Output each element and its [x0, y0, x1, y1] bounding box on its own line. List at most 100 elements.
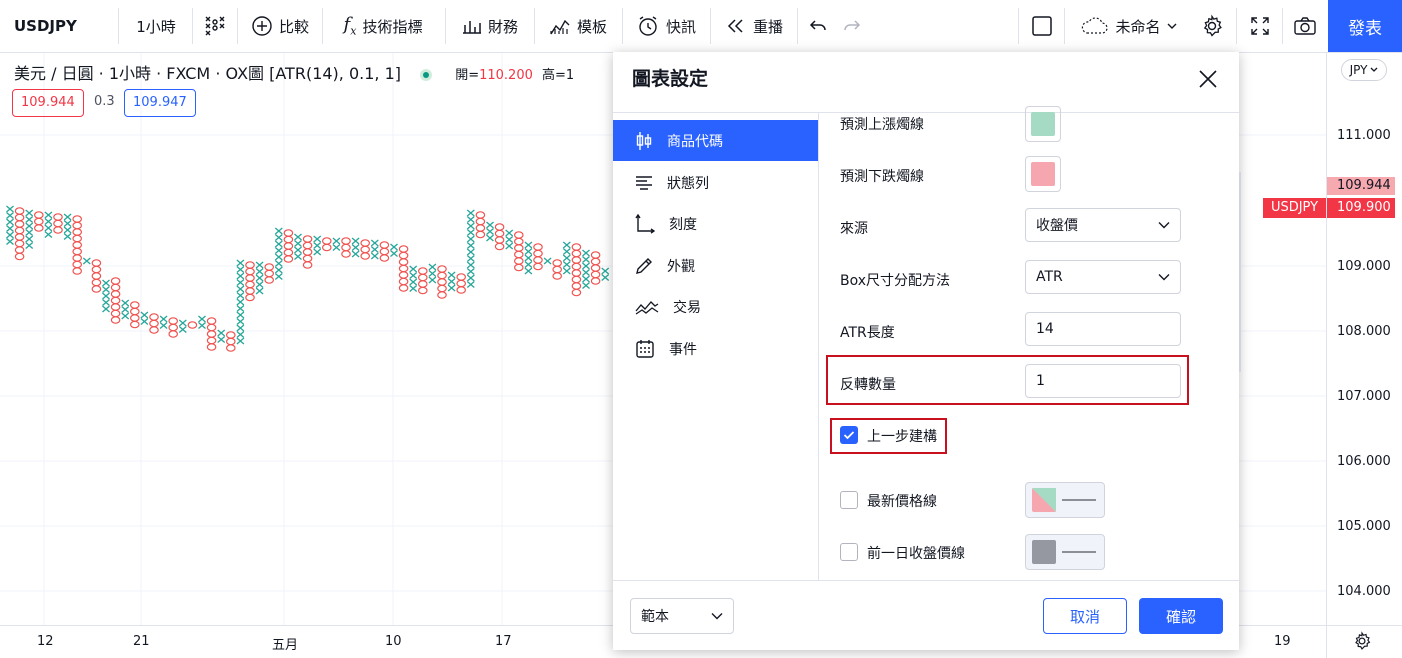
rewind-icon — [727, 19, 743, 33]
publish-button[interactable]: 發表 — [1328, 0, 1402, 52]
o-box — [360, 245, 370, 254]
prev-close-checkbox[interactable] — [840, 543, 858, 561]
box-method-select[interactable]: ATR — [1025, 260, 1181, 294]
x-box — [6, 238, 14, 245]
cancel-button[interactable]: 取消 — [1043, 598, 1127, 634]
x-box — [409, 278, 418, 286]
source-select[interactable]: 收盤價 — [1025, 208, 1181, 242]
templates-button[interactable]: 模板 — [535, 0, 621, 52]
compare-label: 比較 — [278, 17, 309, 36]
nav-label: 刻度 — [669, 216, 697, 233]
x-box — [332, 237, 341, 245]
divider — [1018, 8, 1019, 44]
chart-legend-title[interactable]: 美元 / 日圓 · 1小時 · FXCM · OX圖 [ATR(14), 0.1… — [14, 60, 574, 84]
chart-type-button[interactable] — [193, 0, 237, 52]
o-box — [398, 277, 409, 286]
axis-settings-button[interactable] — [1352, 631, 1372, 655]
nav-item-appearance[interactable]: 外觀 — [613, 245, 818, 286]
x-box — [102, 279, 110, 287]
x-box — [466, 209, 475, 217]
one-step-checkbox[interactable] — [840, 426, 858, 444]
x-box — [102, 305, 110, 313]
ok-button[interactable]: 確認 — [1139, 598, 1223, 634]
x-box — [294, 246, 302, 254]
buy-price-button[interactable]: 109.947 — [124, 89, 196, 117]
o-box — [494, 223, 505, 231]
x-box — [562, 254, 571, 262]
x-box — [294, 240, 302, 247]
x-box — [63, 233, 72, 240]
o-box — [398, 284, 409, 292]
bar-chart-icon — [462, 21, 481, 34]
o-box — [571, 243, 582, 251]
o-box — [302, 241, 313, 250]
price-axis[interactable]: JPY 111.000 109.944 109.900 109.000 108.… — [1326, 53, 1402, 625]
x-box — [409, 285, 418, 292]
bid-price-tag: 109.944 — [1327, 177, 1395, 195]
replay-button[interactable]: 重播 — [711, 0, 797, 52]
o-box — [321, 243, 332, 252]
x-box — [63, 213, 72, 221]
x-box — [25, 216, 34, 223]
template-select[interactable]: 範本 — [630, 598, 734, 634]
indicators-button[interactable]: fx 技術指標 — [323, 0, 443, 52]
fullscreen-button[interactable] — [1238, 0, 1282, 52]
x-box — [102, 299, 110, 306]
o-box — [226, 331, 236, 339]
sell-price-button[interactable]: 109.944 — [12, 89, 84, 117]
color-swatch — [1031, 162, 1055, 186]
o-box — [571, 269, 582, 277]
x-box — [543, 257, 552, 265]
redo-button[interactable] — [834, 0, 870, 52]
undo-button[interactable] — [800, 0, 836, 52]
price-label: 105.000 — [1337, 519, 1391, 534]
financials-button[interactable]: 財務 — [446, 0, 534, 52]
x-box — [582, 269, 590, 276]
color-swatch — [1032, 540, 1056, 564]
reversal-input[interactable]: 1 — [1025, 364, 1181, 398]
redo-icon — [844, 20, 861, 31]
nav-item-symbol[interactable]: 商品代碼 — [613, 120, 818, 161]
o-box — [264, 263, 274, 271]
last-price-checkbox[interactable] — [840, 491, 858, 509]
alerts-button[interactable]: 快訊 — [623, 0, 709, 52]
nav-item-trading[interactable]: 交易 — [613, 286, 818, 327]
up-projection-color-button[interactable] — [1025, 106, 1061, 142]
interval-button[interactable]: 1小時 — [120, 0, 192, 52]
close-button[interactable] — [1193, 64, 1223, 94]
templates-label: 模板 — [576, 17, 607, 36]
o-box — [283, 242, 294, 250]
prev-close-style-button[interactable] — [1025, 534, 1105, 570]
color-swatch — [1031, 112, 1055, 136]
symbol-search-button[interactable]: USDJPY — [0, 0, 118, 52]
currency-button[interactable]: JPY — [1341, 59, 1387, 81]
x-box — [274, 240, 283, 248]
o-box — [72, 241, 82, 249]
x-box — [25, 242, 34, 249]
settings-button[interactable] — [1190, 0, 1234, 52]
indicators-label: 技術指標 — [362, 17, 423, 36]
nav-item-events[interactable]: 事件 — [613, 328, 818, 369]
nav-item-status-line[interactable]: 狀態列 — [613, 162, 818, 203]
last-price-style-button[interactable] — [1025, 482, 1105, 518]
o-box — [571, 256, 582, 264]
o-box — [91, 272, 102, 280]
o-box — [494, 229, 505, 238]
o-box — [341, 250, 351, 258]
select-layout-button[interactable] — [1020, 0, 1064, 52]
plus-circle-icon — [252, 16, 272, 36]
scrollbar[interactable] — [1239, 172, 1241, 372]
o-box — [206, 336, 217, 345]
o-box — [360, 252, 370, 260]
o-box — [130, 301, 140, 309]
x-box — [198, 315, 206, 323]
layout-name-button[interactable]: 未命名 — [1066, 0, 1190, 52]
alarm-clock-icon — [639, 16, 657, 36]
atr-length-input[interactable]: 14 — [1025, 312, 1181, 346]
symbol-label: USDJPY — [14, 17, 77, 35]
snapshot-button[interactable] — [1284, 0, 1326, 52]
down-projection-color-button[interactable] — [1025, 156, 1061, 192]
compare-button[interactable]: 比較 — [238, 0, 322, 52]
x-box — [6, 231, 14, 239]
nav-item-scales[interactable]: 刻度 — [613, 203, 818, 244]
